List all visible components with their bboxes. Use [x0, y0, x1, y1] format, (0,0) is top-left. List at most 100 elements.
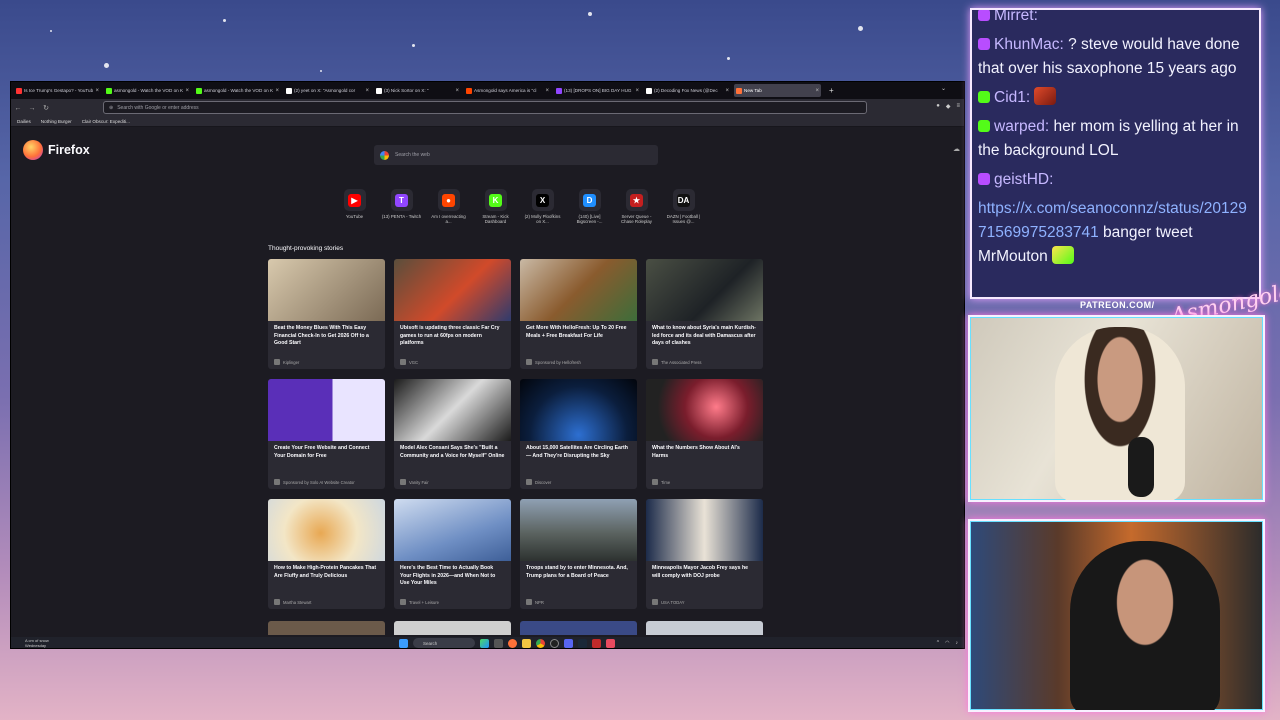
source-name: NPR — [535, 599, 544, 605]
story-title: How to Make High-Protein Pancakes That A… — [274, 565, 377, 579]
brand-name: Firefox — [48, 143, 90, 157]
bookmark-item[interactable]: Dailies — [17, 119, 31, 124]
browser-tab[interactable]: asmongold - Watch the VOD on Kick × — [194, 84, 281, 97]
story-card[interactable]: Get More With HelloFresh: Up To 20 Free … — [520, 259, 637, 369]
bookmark-item[interactable]: Clair Obscur: Expediti... — [82, 119, 130, 124]
obs-icon[interactable] — [550, 638, 559, 648]
app-icon[interactable] — [606, 638, 615, 648]
shortcut-tile[interactable]: T (13) PENTA - Twitch — [382, 189, 421, 225]
tab-favicon-icon — [736, 87, 742, 94]
task-view-icon[interactable] — [494, 638, 503, 648]
story-card[interactable]: Beat the Money Blues With This Easy Fina… — [268, 259, 385, 369]
stories-grid: Beat the Money Blues With This Easy Fina… — [268, 259, 763, 609]
source-logo-icon — [526, 479, 532, 485]
windows-start-icon[interactable] — [399, 638, 408, 648]
web-search-box[interactable]: Search the web — [374, 145, 658, 165]
tab-close-icon[interactable]: × — [365, 88, 369, 94]
shortcut-tile[interactable]: K Stream - Kick Dashboard — [477, 189, 514, 225]
story-card[interactable]: What to know about Syria's main Kurdish-… — [646, 259, 763, 369]
weather-icon[interactable]: ☁ — [953, 145, 960, 153]
story-card[interactable]: How to Make High-Protein Pancakes That A… — [268, 499, 385, 609]
back-icon[interactable]: ← — [11, 105, 25, 112]
forward-icon[interactable]: → — [25, 105, 39, 112]
story-card[interactable]: About 15,000 Satellites Are Circling Ear… — [520, 379, 637, 489]
steam-icon[interactable] — [578, 638, 587, 648]
browser-tab[interactable]: (13) [DROPS ON] BIG DAY HUG × — [554, 84, 641, 97]
story-card[interactable]: Create Your Free Website and Connect You… — [268, 379, 385, 489]
chase-rp-icon: ★ — [630, 193, 643, 207]
source-name: USA TODAY — [661, 599, 685, 605]
story-title: Get More With HelloFresh: Up To 20 Free … — [526, 325, 627, 339]
shortcut-tile[interactable]: X (2) Molly Ploofkins on X... — [524, 189, 561, 225]
shortcut-tile[interactable]: DA DAZN | Football | Issues @... — [665, 189, 702, 225]
browser-tab[interactable]: New Tab × — [734, 84, 821, 97]
app-icon[interactable] — [592, 638, 601, 648]
reload-icon[interactable]: ↻ — [39, 104, 53, 112]
story-source: The Associated Press — [652, 359, 702, 365]
volume-icon[interactable]: ♪ — [956, 640, 959, 646]
browser-tab[interactable]: (2) Decoding Fox News (@Dec × — [644, 84, 731, 97]
discord-icon[interactable] — [564, 638, 573, 648]
shortcut-tile[interactable]: ● Am I overreacting a... — [430, 189, 467, 225]
list-tabs-icon[interactable]: ⌄ — [941, 85, 946, 92]
tab-close-icon[interactable]: × — [725, 88, 729, 94]
search-engine-icon[interactable]: ⊕ — [109, 105, 113, 111]
tab-close-icon[interactable]: × — [275, 88, 279, 94]
story-title: Minneapolis Mayor Jacob Frey says he wil… — [652, 565, 749, 579]
windows-taskbar: A cm of snow Wednesday Search ^ ◠ ♪ — [11, 637, 964, 648]
story-image — [394, 379, 511, 441]
browser-tab[interactable]: Asmongold says America is "cl × — [464, 84, 551, 97]
story-image — [268, 379, 385, 441]
tab-close-icon[interactable]: × — [185, 88, 189, 94]
tab-close-icon[interactable]: × — [815, 88, 819, 94]
story-card[interactable]: Minneapolis Mayor Jacob Frey says he wil… — [646, 499, 763, 609]
chat-link-message: https://x.com/seanoconnz/status/20129715… — [978, 197, 1253, 269]
browser-tab[interactable]: Is Ice Trump's Gestapo? - YouTube × — [14, 84, 101, 97]
browser-tab[interactable]: (3) Nick Sortor on X: " × — [374, 84, 461, 97]
chat-message: warped: her mom is yelling at her in the… — [978, 115, 1253, 163]
shortcut-tile[interactable]: ★ Server Queue - Chase Roleplay — [618, 189, 655, 225]
tab-favicon-icon — [646, 87, 652, 94]
shortcut-label: Server Queue - Chase Roleplay — [621, 214, 652, 225]
chrome-icon[interactable] — [536, 638, 545, 648]
tab-close-icon[interactable]: × — [455, 88, 459, 94]
address-bar[interactable]: ⊕ Search with Google or enter address — [103, 101, 867, 114]
system-tray: ^ ◠ ♪ — [937, 640, 958, 646]
extension-icon[interactable]: ● — [936, 103, 940, 110]
file-explorer-icon[interactable] — [522, 638, 531, 648]
tray-arrow-icon[interactable]: ^ — [937, 640, 939, 646]
story-source: Kiplinger — [274, 359, 299, 365]
story-title: Create Your Free Website and Connect You… — [274, 445, 370, 459]
youtube-icon: ▶ — [348, 193, 361, 207]
bookmark-item[interactable]: Nothing Burger — [41, 119, 72, 124]
google-icon — [380, 150, 389, 160]
taskbar-search[interactable]: Search — [413, 638, 475, 648]
tab-close-icon[interactable]: × — [95, 88, 99, 94]
pocket-icon[interactable]: ◆ — [946, 103, 951, 110]
browser-tab[interactable]: asmongold - Watch the VOD on Kick × — [104, 84, 191, 97]
microphone — [1128, 437, 1154, 497]
new-tab-button[interactable]: + — [829, 86, 834, 95]
firefox-taskbar-icon[interactable] — [508, 638, 517, 648]
taskbar-weather[interactable]: A cm of snow Wednesday — [25, 638, 49, 648]
chat-username: geistHD: — [994, 171, 1054, 188]
story-card[interactable]: Ubisoft is updating three classic Far Cr… — [394, 259, 511, 369]
patreon-tag: PATREON.COM/ — [1080, 300, 1155, 310]
story-card[interactable]: Here's the Best Time to Actually Book Yo… — [394, 499, 511, 609]
menu-icon[interactable]: ≡ — [956, 103, 960, 110]
story-card[interactable]: Model Alex Consani Says She's "Built a C… — [394, 379, 511, 489]
chat-message: Cid1: — [978, 86, 1253, 110]
emote-icon — [1034, 87, 1057, 105]
browser-tab[interactable]: (2) yeet on X: "Asmongold cor × — [284, 84, 371, 97]
shortcut-tile[interactable]: D (140) [Live] Bigscreen -... — [571, 189, 608, 225]
wifi-icon[interactable]: ◠ — [945, 640, 949, 646]
story-card[interactable]: What the Numbers Show About AI's Harms Ti… — [646, 379, 763, 489]
story-image — [520, 259, 637, 321]
tab-title: asmongold - Watch the VOD on Kick — [204, 88, 274, 93]
tab-close-icon[interactable]: × — [635, 88, 639, 94]
shortcut-icon-box: D — [578, 189, 601, 211]
shortcut-tile[interactable]: ▶ YouTube — [336, 189, 373, 225]
copilot-icon[interactable] — [480, 638, 489, 648]
story-card[interactable]: Troops stand by to enter Minnesota. And,… — [520, 499, 637, 609]
tab-close-icon[interactable]: × — [545, 88, 549, 94]
